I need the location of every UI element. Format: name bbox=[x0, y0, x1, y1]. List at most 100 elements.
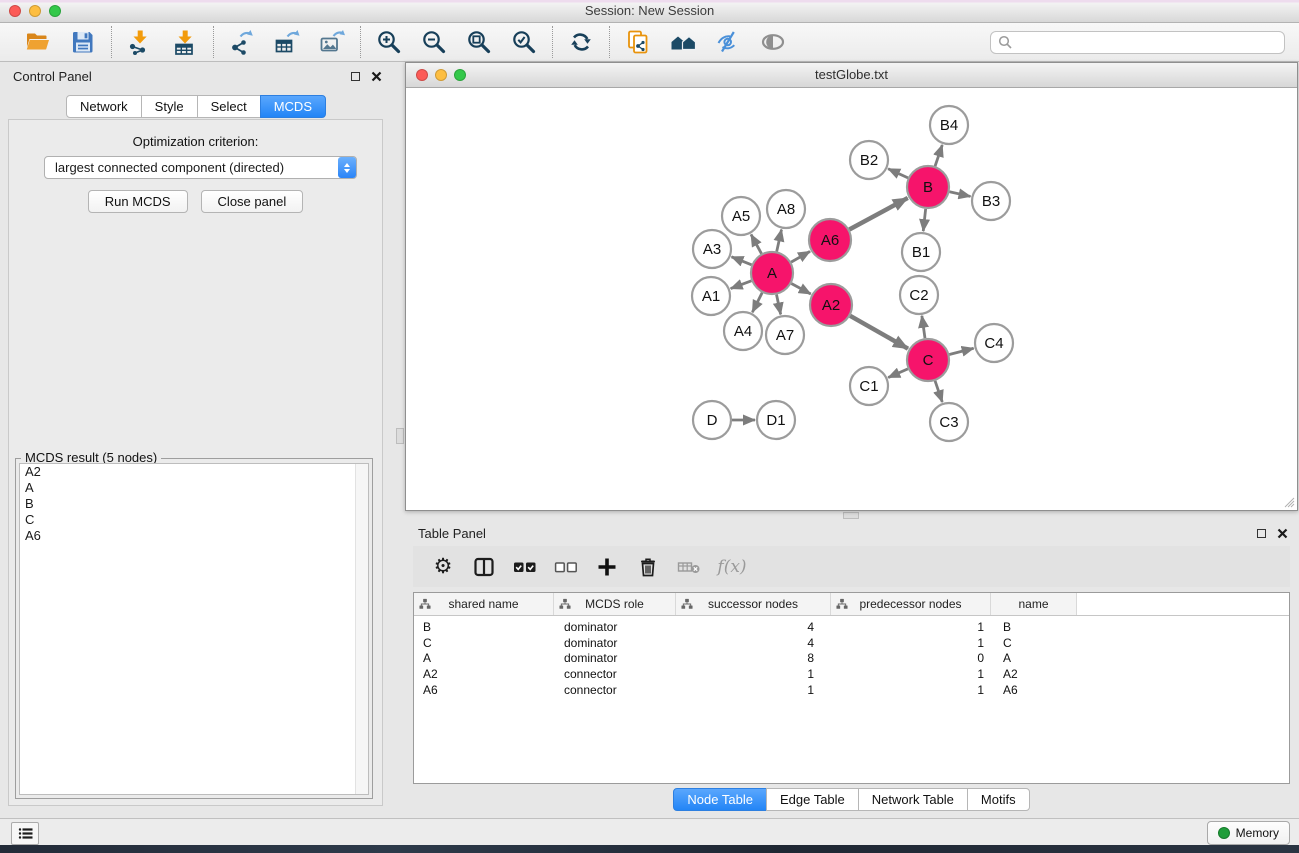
node-B1[interactable]: B1 bbox=[902, 233, 940, 271]
edge-A-to-A4[interactable] bbox=[752, 293, 762, 313]
edge-C-to-C2[interactable] bbox=[922, 316, 925, 338]
edge-A-to-A7[interactable] bbox=[777, 295, 781, 315]
table-row-b[interactable]: Bdominator41B bbox=[414, 619, 1289, 635]
criterion-select[interactable]: largest connected component (directed) bbox=[44, 156, 357, 179]
export-network-icon[interactable] bbox=[227, 27, 257, 57]
result-item-a2[interactable]: A2 bbox=[20, 464, 368, 480]
column-header-shared-name[interactable]: shared name bbox=[414, 593, 554, 615]
node-A5[interactable]: A5 bbox=[722, 197, 760, 235]
result-item-a6[interactable]: A6 bbox=[20, 528, 368, 544]
column-header-predecessor-nodes[interactable]: predecessor nodes bbox=[831, 593, 991, 615]
table-row-a6[interactable]: A6connector11A6 bbox=[414, 682, 1289, 698]
zoom-out-icon[interactable] bbox=[419, 27, 449, 57]
tab-style[interactable]: Style bbox=[141, 95, 198, 118]
zoom-selected-icon[interactable] bbox=[509, 27, 539, 57]
delete-table-icon[interactable] bbox=[675, 553, 703, 581]
edge-A-to-A5[interactable] bbox=[751, 234, 761, 253]
edge-A-to-A3[interactable] bbox=[731, 257, 751, 265]
node-B4[interactable]: B4 bbox=[930, 106, 968, 144]
node-C3[interactable]: C3 bbox=[930, 403, 968, 441]
mcds-result-list[interactable]: A2ABCA6 bbox=[19, 463, 369, 795]
export-table-icon[interactable] bbox=[272, 27, 302, 57]
node-A3[interactable]: A3 bbox=[693, 230, 731, 268]
function-builder-icon[interactable]: f(x) bbox=[716, 553, 744, 581]
horizontal-splitter-handle[interactable] bbox=[843, 512, 859, 519]
float-table-panel-icon[interactable] bbox=[1257, 529, 1266, 538]
node-C2[interactable]: C2 bbox=[900, 276, 938, 314]
tab-select[interactable]: Select bbox=[197, 95, 261, 118]
table-row-c[interactable]: Cdominator41C bbox=[414, 635, 1289, 651]
column-header-successor-nodes[interactable]: successor nodes bbox=[676, 593, 831, 615]
import-network-icon[interactable] bbox=[125, 27, 155, 57]
node-B[interactable]: B bbox=[907, 166, 949, 208]
table-tab-motifs[interactable]: Motifs bbox=[967, 788, 1030, 811]
columns-icon[interactable] bbox=[470, 553, 498, 581]
tab-mcds[interactable]: MCDS bbox=[260, 95, 326, 118]
tab-network[interactable]: Network bbox=[66, 95, 142, 118]
node-D1[interactable]: D1 bbox=[757, 401, 795, 439]
close-panel-icon[interactable] bbox=[371, 71, 382, 82]
edge-B-to-B3[interactable] bbox=[949, 192, 970, 197]
edge-C-to-C4[interactable] bbox=[949, 348, 973, 354]
node-B3[interactable]: B3 bbox=[972, 182, 1010, 220]
node-C[interactable]: C bbox=[907, 339, 949, 381]
close-panel-button[interactable]: Close panel bbox=[201, 190, 304, 213]
save-session-icon[interactable] bbox=[68, 27, 98, 57]
network-canvas[interactable]: AA1A2A3A4A5A6A7A8BB1B2B3B4CC1C2C3C4DD1 bbox=[406, 88, 1297, 510]
column-header-mcds-role[interactable]: MCDS role bbox=[554, 593, 676, 615]
vertical-splitter-handle[interactable] bbox=[396, 428, 404, 444]
eye-icon[interactable] bbox=[758, 27, 788, 57]
edge-A2-to-C[interactable] bbox=[850, 316, 908, 349]
window-titlebar[interactable]: Session: New Session bbox=[0, 0, 1299, 23]
select-all-icon[interactable] bbox=[511, 553, 539, 581]
node-D[interactable]: D bbox=[693, 401, 731, 439]
import-table-icon[interactable] bbox=[170, 27, 200, 57]
result-item-a[interactable]: A bbox=[20, 480, 368, 496]
table-tab-node-table[interactable]: Node Table bbox=[673, 788, 767, 811]
node-A[interactable]: A bbox=[751, 252, 793, 294]
node-A8[interactable]: A8 bbox=[767, 190, 805, 228]
edge-B-to-B1[interactable] bbox=[923, 209, 925, 231]
edge-C-to-C1[interactable] bbox=[888, 369, 908, 378]
edge-A-to-A2[interactable] bbox=[791, 283, 810, 294]
node-A6[interactable]: A6 bbox=[809, 219, 851, 261]
search-input[interactable] bbox=[1017, 34, 1277, 50]
edge-B-to-B4[interactable] bbox=[935, 145, 942, 166]
refresh-icon[interactable] bbox=[566, 27, 596, 57]
zoom-in-icon[interactable] bbox=[374, 27, 404, 57]
run-mcds-button[interactable]: Run MCDS bbox=[88, 190, 188, 213]
edge-B-to-B2[interactable] bbox=[888, 169, 908, 178]
column-header-name[interactable]: name bbox=[991, 593, 1077, 615]
memory-button[interactable]: Memory bbox=[1207, 821, 1290, 845]
houses-icon[interactable] bbox=[668, 27, 698, 57]
window-resize-grip[interactable] bbox=[1282, 495, 1295, 508]
edge-C-to-C3[interactable] bbox=[935, 381, 942, 402]
table-tab-network-table[interactable]: Network Table bbox=[858, 788, 968, 811]
network-window-titlebar[interactable]: testGlobe.txt bbox=[406, 63, 1297, 88]
zoom-fit-icon[interactable] bbox=[464, 27, 494, 57]
node-A4[interactable]: A4 bbox=[724, 312, 762, 350]
edge-A-to-A1[interactable] bbox=[731, 281, 752, 289]
float-panel-icon[interactable] bbox=[351, 72, 360, 81]
node-A1[interactable]: A1 bbox=[692, 277, 730, 315]
result-item-c[interactable]: C bbox=[20, 512, 368, 528]
table-tab-edge-table[interactable]: Edge Table bbox=[766, 788, 859, 811]
hide-graphics-icon[interactable] bbox=[713, 27, 743, 57]
export-image-icon[interactable] bbox=[317, 27, 347, 57]
clone-network-icon[interactable] bbox=[623, 27, 653, 57]
edge-A6-to-B[interactable] bbox=[849, 198, 907, 230]
node-C4[interactable]: C4 bbox=[975, 324, 1013, 362]
edge-A-to-A6[interactable] bbox=[791, 251, 810, 262]
node-C1[interactable]: C1 bbox=[850, 367, 888, 405]
trash-icon[interactable] bbox=[634, 553, 662, 581]
table-row-a[interactable]: Adominator80A bbox=[414, 650, 1289, 666]
open-file-icon[interactable] bbox=[23, 27, 53, 57]
node-A2[interactable]: A2 bbox=[810, 284, 852, 326]
gear-icon[interactable]: ⚙ bbox=[429, 553, 457, 581]
search-field[interactable] bbox=[990, 31, 1285, 54]
table-row-a2[interactable]: A2connector11A2 bbox=[414, 666, 1289, 682]
add-icon[interactable] bbox=[593, 553, 621, 581]
task-history-button[interactable] bbox=[11, 822, 39, 845]
close-table-panel-icon[interactable] bbox=[1277, 528, 1288, 539]
result-item-b[interactable]: B bbox=[20, 496, 368, 512]
